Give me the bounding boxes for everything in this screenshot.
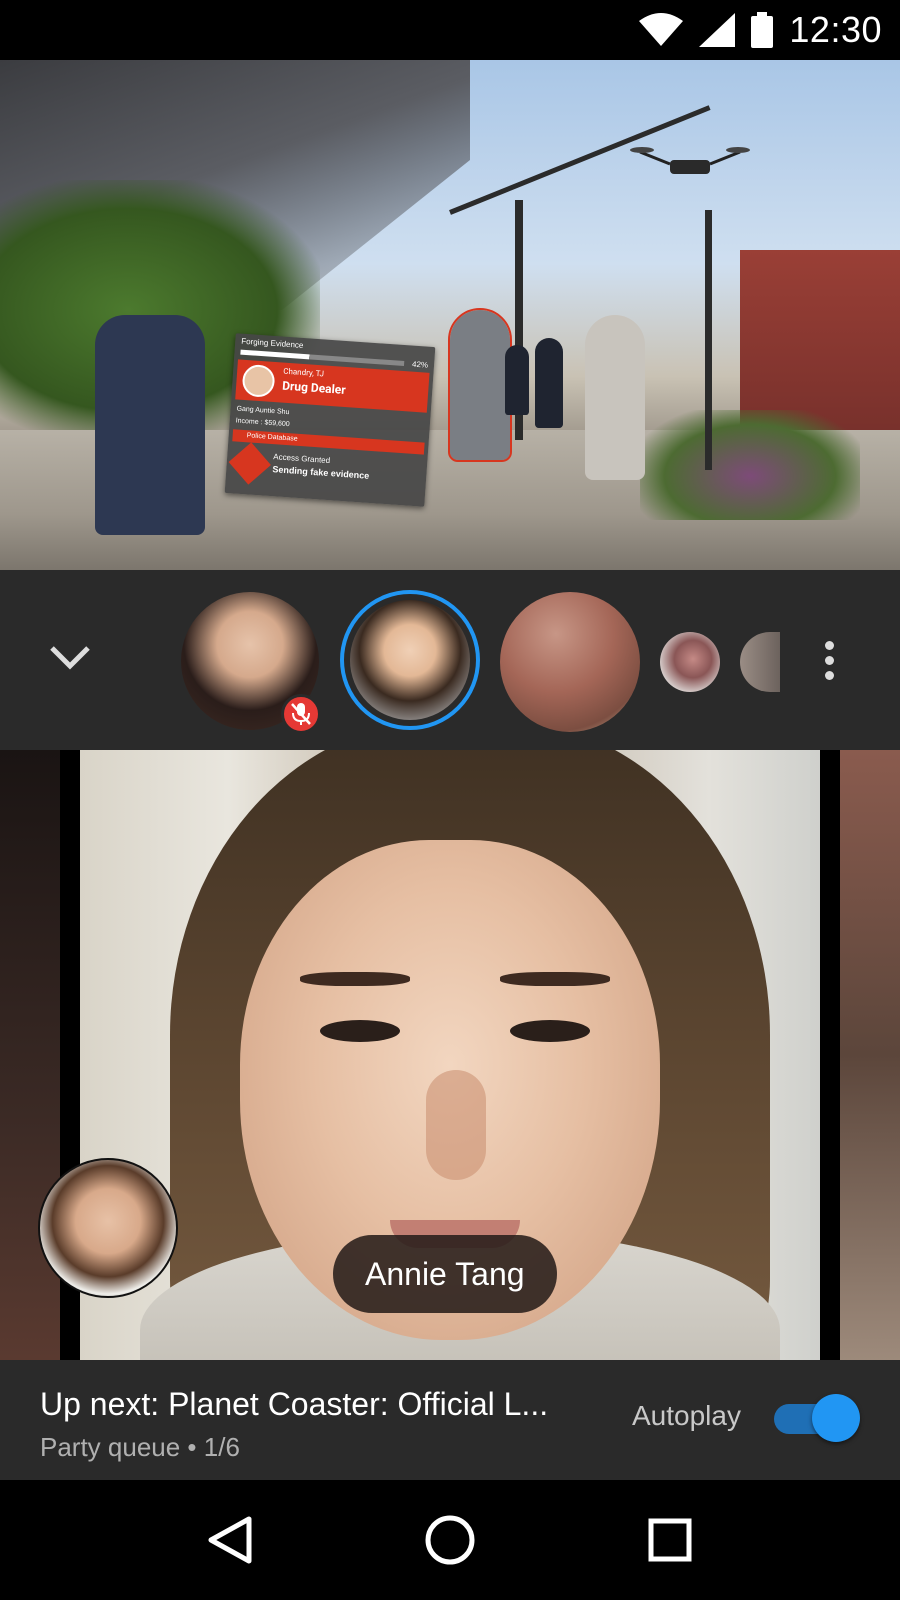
police-figure <box>505 345 529 415</box>
up-next-title[interactable]: Up next: Planet Coaster: Official L... <box>40 1386 548 1423</box>
wifi-icon <box>639 13 684 46</box>
shared-video-player[interactable]: Forging Evidence 42% Chandry, TJ Drug De… <box>0 60 900 570</box>
drone-icon <box>630 147 750 174</box>
autoplay-label: Autoplay <box>632 1400 741 1431</box>
hud-status: Sending fake evidence <box>272 464 370 481</box>
participant-avatar-active[interactable] <box>350 600 470 720</box>
muted-badge <box>281 694 321 734</box>
hud-target-name: Chandry, TJ <box>282 366 325 379</box>
player-character <box>95 315 205 535</box>
more-vert-icon <box>824 640 834 650</box>
power-pole <box>705 210 712 470</box>
speaker-name-label: Annie Tang <box>333 1235 557 1313</box>
hud-target-card: Chandry, TJ Drug Dealer <box>235 359 430 413</box>
back-button[interactable] <box>200 1510 260 1570</box>
hud-gang: Gang Auntie Shu <box>236 405 290 417</box>
hud-progress-label: 42% <box>411 359 429 370</box>
speaker-brow <box>500 972 610 986</box>
autoplay-toggle[interactable] <box>772 1392 862 1442</box>
suspect-figure <box>448 308 512 462</box>
home-button[interactable] <box>420 1510 480 1570</box>
cellular-signal-icon <box>699 13 736 47</box>
hack-overlay: Forging Evidence 42% Chandry, TJ Drug De… <box>224 333 436 507</box>
participants-bar <box>0 570 900 750</box>
video-carousel[interactable]: Annie Tang <box>0 750 900 1360</box>
self-view-pip[interactable] <box>38 1158 178 1298</box>
hud-database: Police Database <box>232 429 425 455</box>
home-icon <box>425 1515 475 1565</box>
hud-access: Access Granted <box>272 452 331 466</box>
hud-income: Income : $59,600 <box>235 417 290 429</box>
speaker-eye <box>320 1020 400 1042</box>
bystander-figure <box>585 315 645 480</box>
participant-avatar[interactable] <box>500 592 640 732</box>
participant-avatar[interactable] <box>660 632 720 692</box>
system-nav-bar <box>0 1480 900 1600</box>
chevron-down-icon <box>50 646 90 670</box>
up-next-subtitle: Party queue • 1/6 <box>40 1432 240 1462</box>
battery-icon <box>751 12 774 48</box>
police-figure <box>535 338 563 428</box>
next-participant-video[interactable] <box>840 750 900 1360</box>
hud-target-avatar <box>241 363 276 398</box>
clock: 12:30 <box>789 9 882 50</box>
participant-avatar[interactable] <box>740 632 780 692</box>
speaker-nose <box>426 1070 486 1180</box>
back-icon <box>208 1516 252 1564</box>
status-bar: 12:30 <box>0 0 900 60</box>
collapse-button[interactable] <box>44 632 96 684</box>
up-next-bar[interactable]: Up next: Planet Coaster: Official L... P… <box>0 1360 900 1480</box>
flowers-scenery <box>640 410 860 520</box>
recents-button[interactable] <box>640 1510 700 1570</box>
hud-target-role: Drug Dealer <box>281 378 347 398</box>
hud-star-icon <box>228 442 271 485</box>
more-options-button[interactable] <box>814 632 844 688</box>
mic-off-icon <box>291 703 311 725</box>
hud-header: Forging Evidence <box>240 336 304 350</box>
recents-icon <box>648 1518 692 1562</box>
toggle-thumb <box>812 1394 860 1442</box>
speaker-brow <box>300 972 410 986</box>
speaker-eye <box>510 1020 590 1042</box>
